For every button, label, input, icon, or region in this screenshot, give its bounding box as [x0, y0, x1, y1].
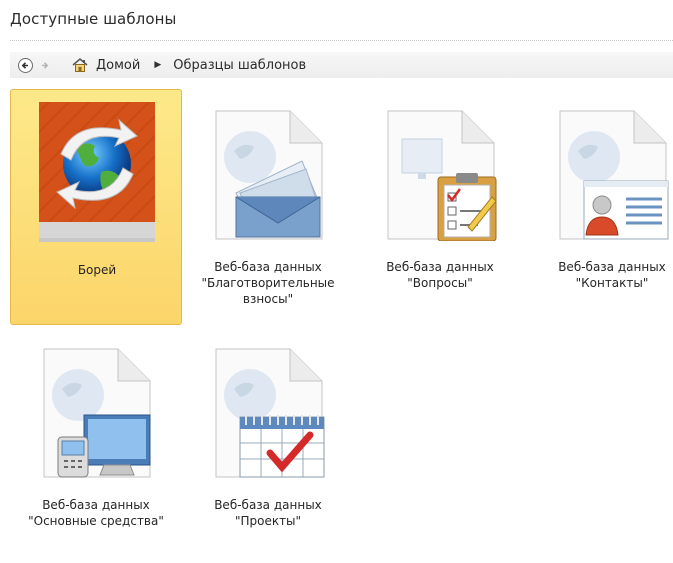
computer-phone-icon: [43, 348, 151, 478]
calendar-check-icon: [215, 348, 325, 478]
divider: [10, 40, 673, 41]
template-label: Борей: [77, 263, 117, 277]
template-tile-projects[interactable]: Веб-база данных "Проекты": [182, 327, 354, 563]
template-tile-issues[interactable]: Веб-база данных "Вопросы": [354, 89, 526, 325]
contact-card-icon: [559, 110, 669, 240]
template-thumbnail: [554, 101, 670, 241]
template-label: Веб-база данных "Контакты": [558, 260, 666, 290]
breadcrumb: Домой ▶ Образцы шаблонов: [10, 52, 673, 78]
page-title: Доступные шаблоны: [10, 10, 177, 28]
template-label: Веб-база данных "Вопросы": [386, 260, 494, 290]
template-tile-assets[interactable]: Веб-база данных "Основные средства": [10, 327, 182, 563]
template-thumbnail: [38, 339, 154, 479]
breadcrumb-current: Образцы шаблонов: [173, 57, 307, 73]
template-label: Веб-база данных "Благотворительные взнос…: [201, 260, 335, 306]
forward-button[interactable]: [37, 58, 52, 73]
template-thumbnail: [210, 339, 326, 479]
breadcrumb-separator-icon: ▶: [154, 60, 162, 70]
back-button[interactable]: [18, 57, 33, 73]
template-thumbnail: [382, 101, 498, 242]
breadcrumb-home-link[interactable]: Домой: [96, 58, 140, 73]
envelope-icon: [215, 110, 323, 240]
template-label: Веб-база данных "Проекты": [214, 498, 322, 528]
template-thumbnail: [38, 101, 156, 242]
template-tile-contacts[interactable]: Веб-база данных "Контакты": [526, 89, 673, 325]
template-thumbnail: [210, 101, 326, 241]
home-icon[interactable]: [72, 57, 88, 73]
arrow-left-icon: [21, 61, 28, 69]
arrow-right-icon: [42, 61, 49, 69]
template-tile-donations[interactable]: Веб-база данных "Благотворительные взнос…: [182, 89, 354, 325]
template-tile-borey[interactable]: Борей: [10, 89, 182, 325]
clipboard-checklist-icon: [387, 110, 497, 242]
borey-globe-icon: [38, 101, 156, 242]
template-label: Веб-база данных "Основные средства": [28, 498, 164, 528]
